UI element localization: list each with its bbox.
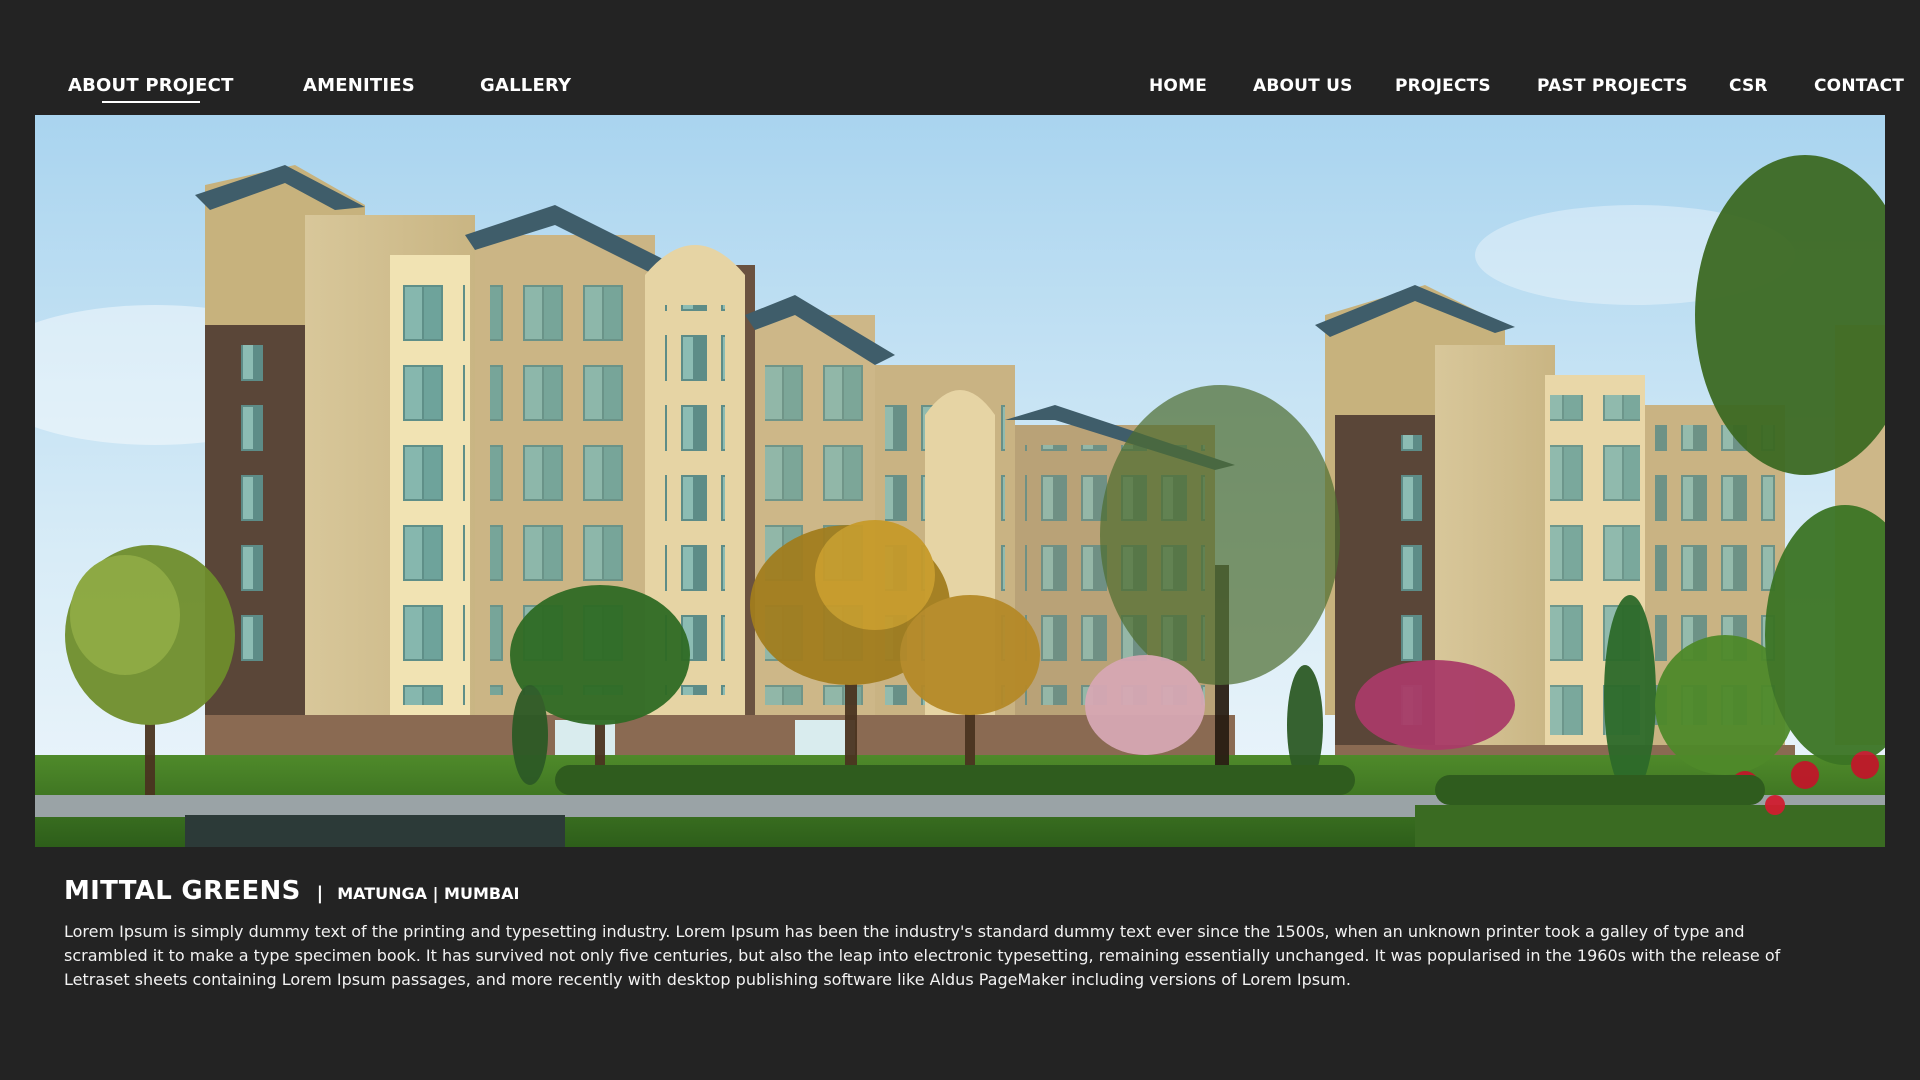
hero-image [35,115,1885,847]
project-title-row: MITTAL GREENS | MATUNGA | MUMBAI [64,876,1804,906]
nav-past-projects[interactable]: PAST PROJECTS [1537,60,1688,112]
top-navigation: ABOUT PROJECT AMENITIES GALLERY HOME ABO… [0,60,1920,112]
nav-about-us[interactable]: ABOUT US [1253,60,1353,112]
project-info: MITTAL GREENS | MATUNGA | MUMBAI Lorem I… [64,876,1804,1008]
project-location: MATUNGA | MUMBAI [337,884,520,903]
nav-home[interactable]: HOME [1149,60,1207,112]
nav-gallery[interactable]: GALLERY [480,60,571,112]
nav-about-project[interactable]: ABOUT PROJECT [68,60,234,112]
nav-csr[interactable]: CSR [1729,60,1768,112]
nav-projects[interactable]: PROJECTS [1395,60,1491,112]
building-rendering-image [35,115,1885,847]
nav-contact[interactable]: CONTACT [1814,60,1904,112]
project-description: Lorem Ipsum is simply dummy text of the … [64,922,1781,989]
page: ABOUT PROJECT AMENITIES GALLERY HOME ABO… [0,0,1920,1080]
nav-amenities[interactable]: AMENITIES [303,60,415,112]
project-name: MITTAL GREENS [64,876,301,906]
title-separator: | [316,883,324,904]
